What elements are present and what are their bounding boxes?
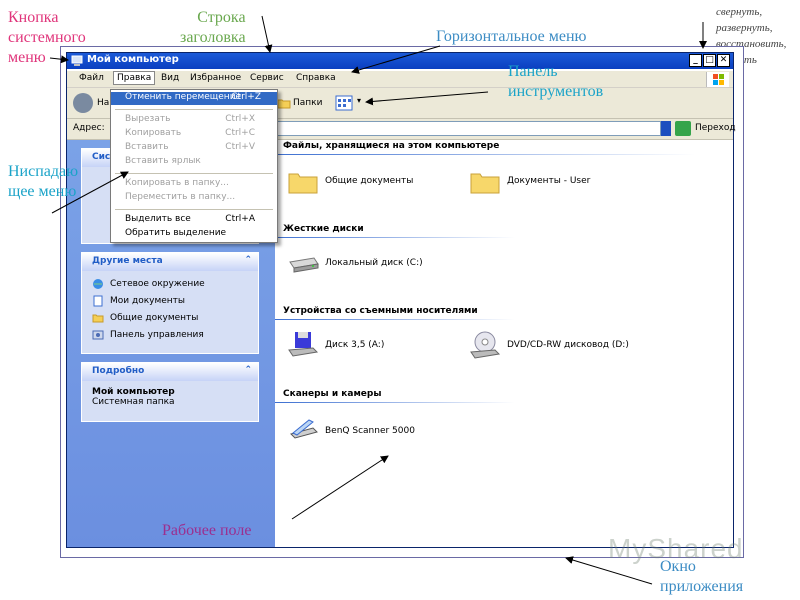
arrow-toolbar — [365, 91, 489, 106]
arrow-horizontal-menu — [351, 45, 441, 74]
arrow-dropdown — [51, 171, 129, 214]
arrow-title-bar — [261, 15, 273, 53]
arrow-system-menu — [49, 55, 69, 64]
annotation-arrows — [49, 15, 707, 585]
arrow-app-window — [565, 556, 653, 585]
arrow-work-area — [291, 455, 389, 520]
